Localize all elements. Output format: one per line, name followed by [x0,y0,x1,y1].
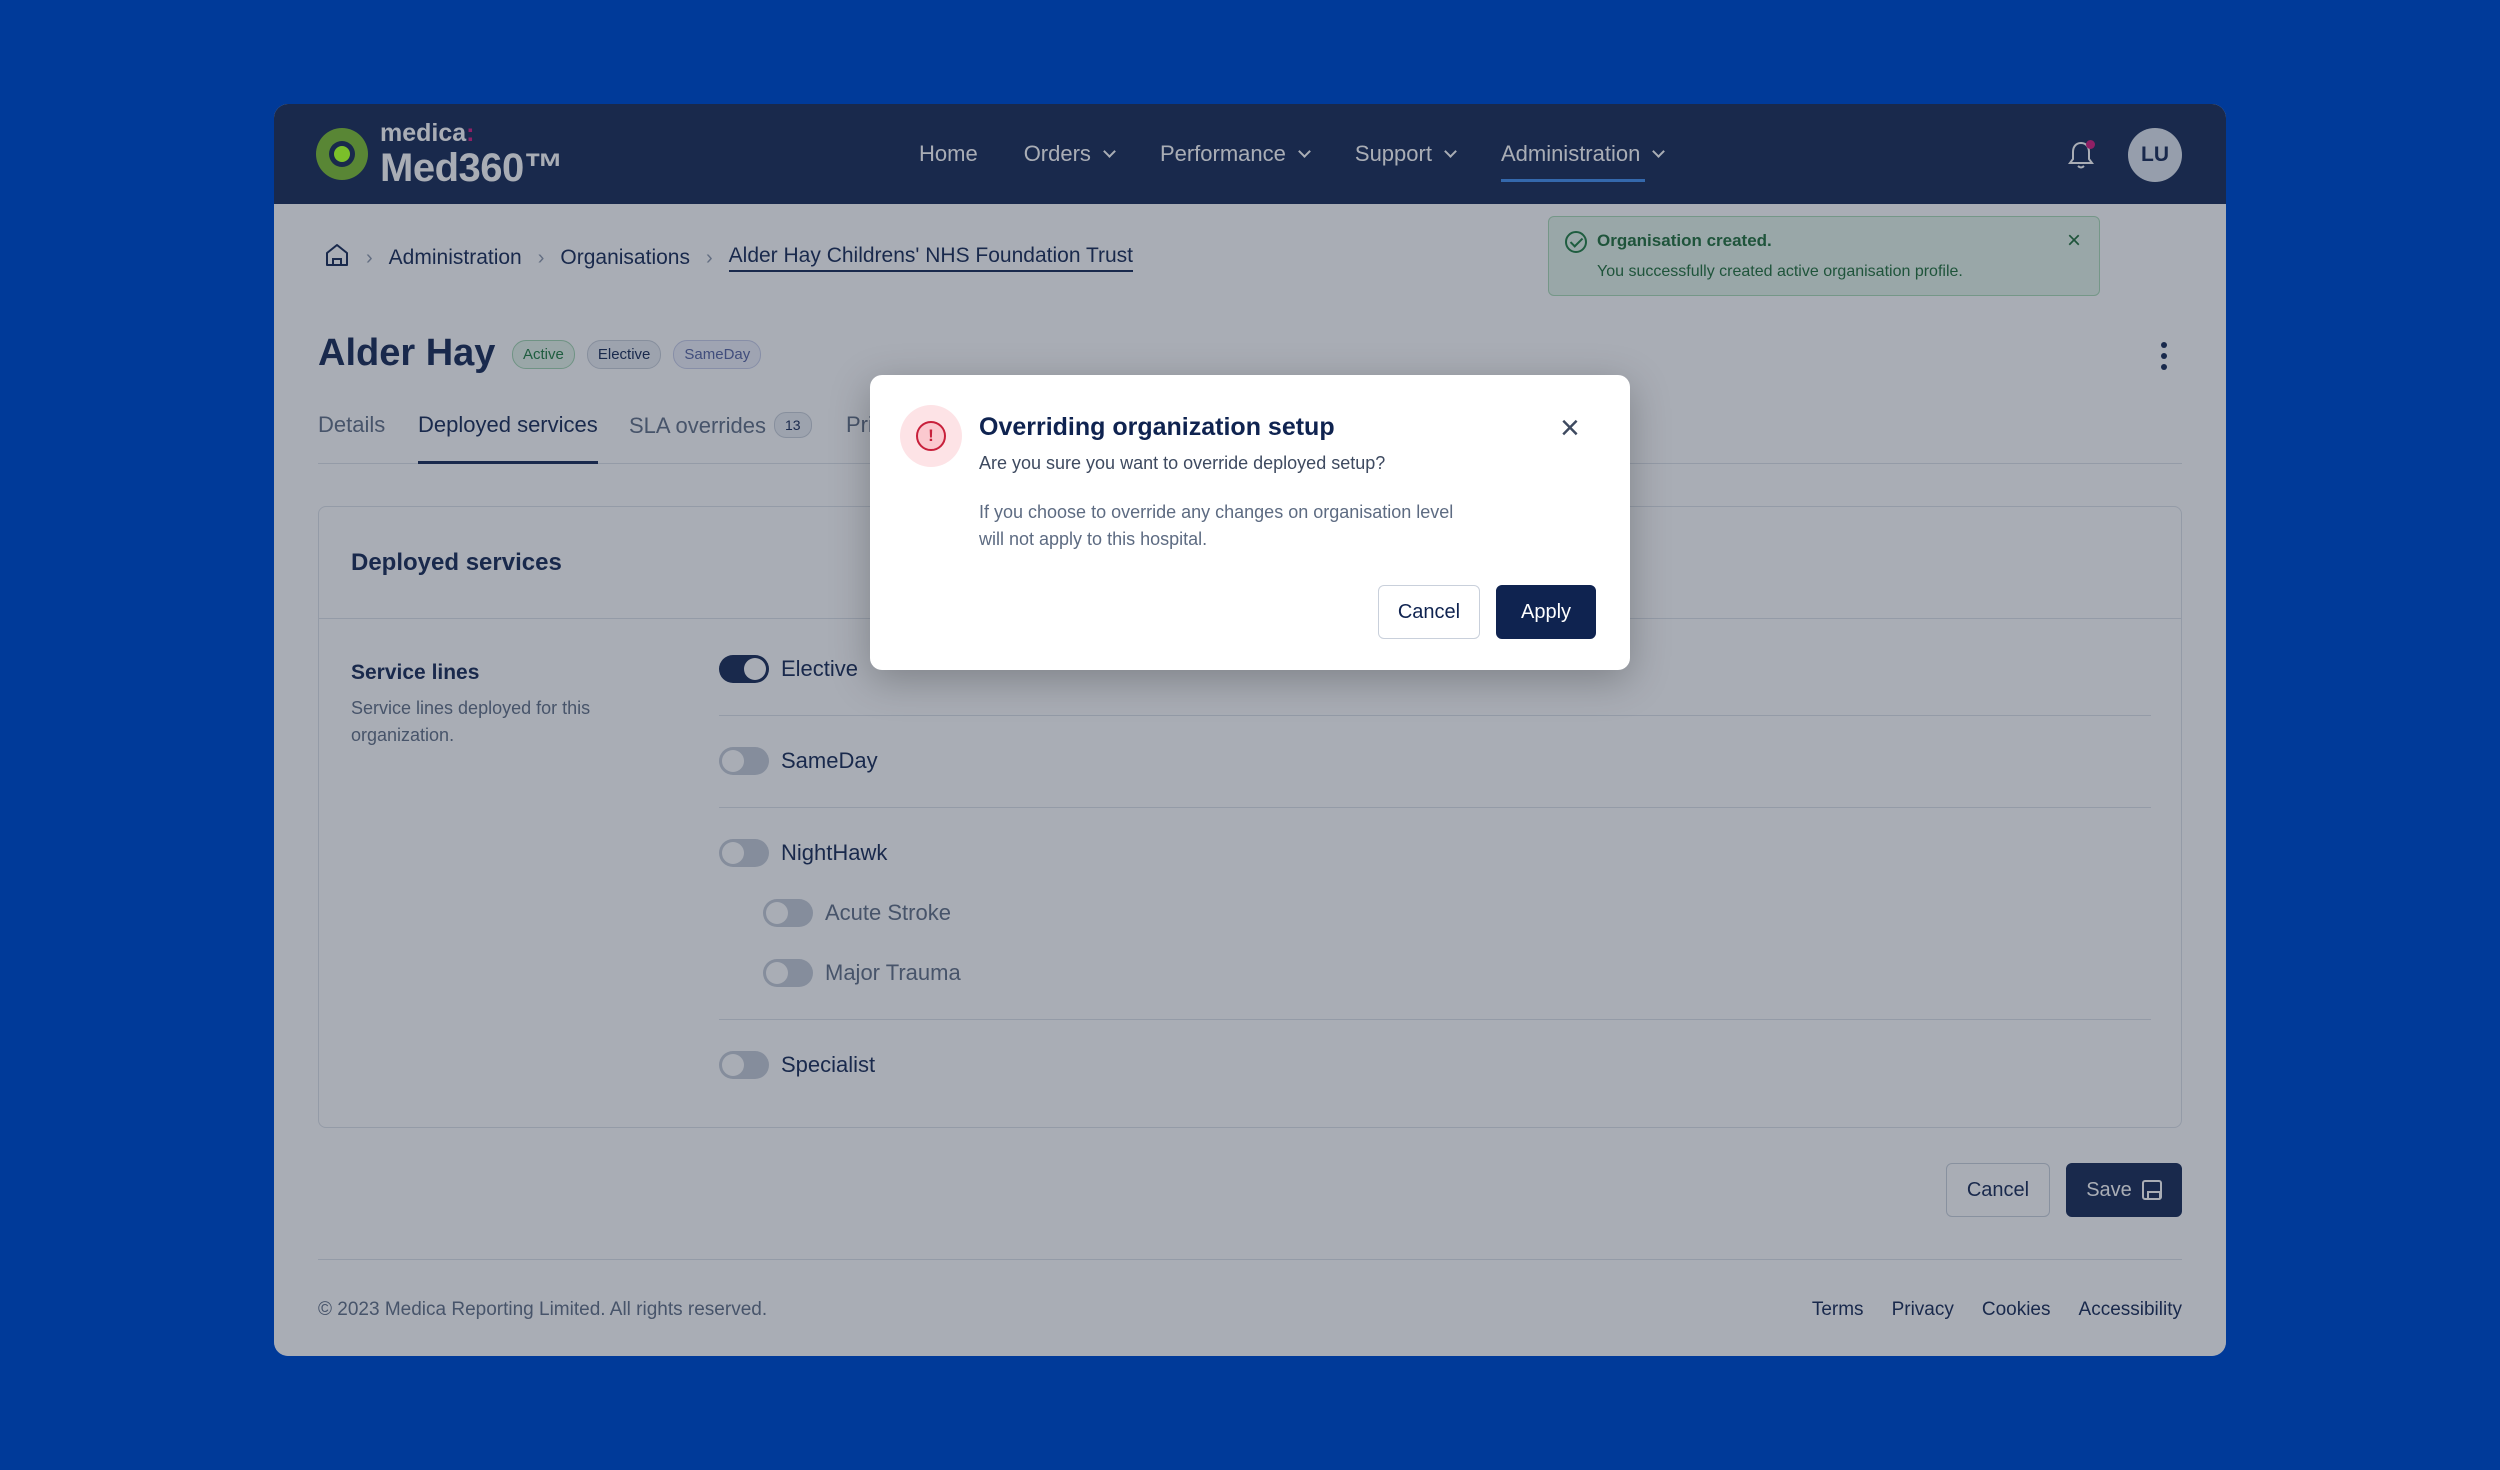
alert-circle-icon: ! [916,421,946,451]
override-confirm-dialog: ! Overriding organization setup Are you … [870,375,1630,670]
dialog-body: If you choose to override any changes on… [979,502,1454,549]
dialog-title: Overriding organization setup [979,413,1335,441]
alert-icon-container: ! [900,405,962,467]
dialog-cancel-button[interactable]: Cancel [1378,585,1480,639]
close-icon[interactable]: × [1560,411,1580,445]
app-window: medica: Med360™ Home Orders Performance … [274,104,2226,1356]
dialog-subtitle: Are you sure you want to override deploy… [979,453,1386,473]
dialog-apply-button[interactable]: Apply [1496,585,1596,639]
modal-backdrop[interactable] [274,104,2226,1356]
